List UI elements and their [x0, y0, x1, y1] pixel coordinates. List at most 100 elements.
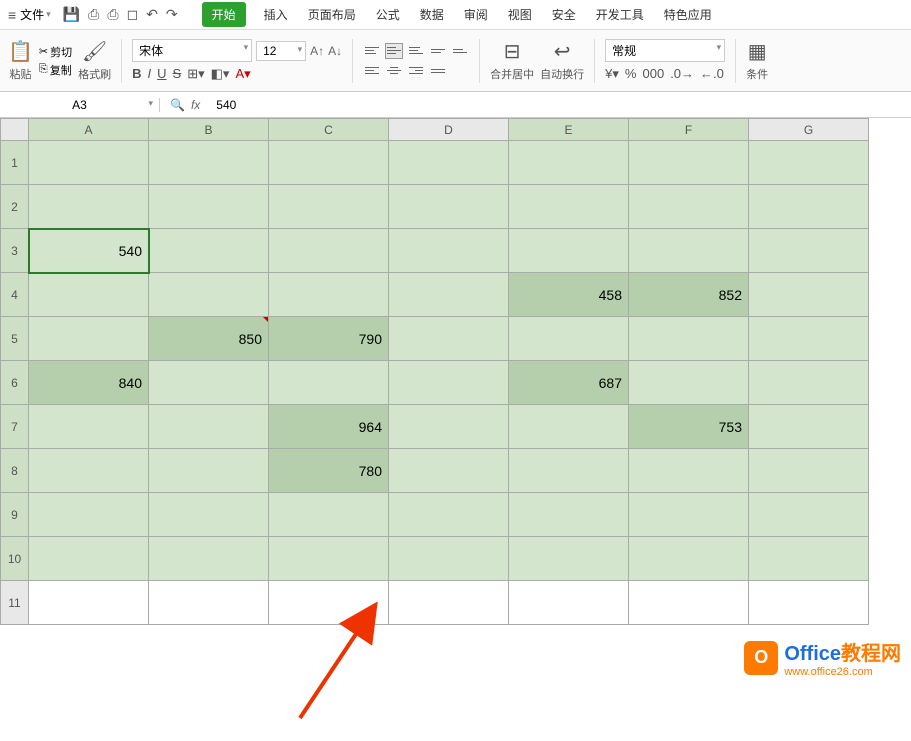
row-header-10[interactable]: 10: [1, 537, 29, 581]
cell-A8[interactable]: [29, 449, 149, 493]
cell-F5[interactable]: [629, 317, 749, 361]
row-header-2[interactable]: 2: [1, 185, 29, 229]
align-justify-button[interactable]: [429, 63, 447, 79]
wrap-button[interactable]: ↩ 自动换行: [540, 39, 584, 82]
font-size-select[interactable]: 12: [256, 41, 306, 61]
cell-E2[interactable]: [509, 185, 629, 229]
cell-D10[interactable]: [389, 537, 509, 581]
cell-F9[interactable]: [629, 493, 749, 537]
cell-B5[interactable]: 850: [149, 317, 269, 361]
cell-A10[interactable]: [29, 537, 149, 581]
cell-B3[interactable]: [149, 229, 269, 273]
col-header-E[interactable]: E: [509, 119, 629, 141]
tab-security[interactable]: 安全: [550, 2, 578, 27]
row-header-4[interactable]: 4: [1, 273, 29, 317]
cell-E5[interactable]: [509, 317, 629, 361]
cell-C1[interactable]: [269, 141, 389, 185]
cell-A3[interactable]: 540: [29, 229, 149, 273]
cell-E6[interactable]: 687: [509, 361, 629, 405]
cell-C9[interactable]: [269, 493, 389, 537]
tab-pagelayout[interactable]: 页面布局: [306, 2, 358, 27]
cell-F1[interactable]: [629, 141, 749, 185]
tab-featured[interactable]: 特色应用: [662, 2, 714, 27]
cell-C6[interactable]: [269, 361, 389, 405]
cell-G11[interactable]: [749, 581, 869, 625]
cell-A9[interactable]: [29, 493, 149, 537]
cell-F6[interactable]: [629, 361, 749, 405]
cell-G2[interactable]: [749, 185, 869, 229]
indent-inc-button[interactable]: [451, 43, 469, 59]
fill-color-button[interactable]: ◧▾: [211, 66, 230, 82]
grid[interactable]: A B C D E F G 1 2 3540 4458852 5850790 6…: [0, 118, 869, 625]
cell-A4[interactable]: [29, 273, 149, 317]
italic-button[interactable]: I: [148, 66, 152, 82]
cell-E3[interactable]: [509, 229, 629, 273]
row-header-11[interactable]: 11: [1, 581, 29, 625]
cell-A7[interactable]: [29, 405, 149, 449]
cell-C3[interactable]: [269, 229, 389, 273]
cell-G10[interactable]: [749, 537, 869, 581]
tab-data[interactable]: 数据: [418, 2, 446, 27]
cell-G6[interactable]: [749, 361, 869, 405]
cell-B8[interactable]: [149, 449, 269, 493]
tab-view[interactable]: 视图: [506, 2, 534, 27]
cell-D6[interactable]: [389, 361, 509, 405]
number-format-select[interactable]: 常规: [605, 39, 725, 62]
cell-C10[interactable]: [269, 537, 389, 581]
cut-button[interactable]: ✂剪切: [39, 44, 72, 60]
cell-F8[interactable]: [629, 449, 749, 493]
cell-E9[interactable]: [509, 493, 629, 537]
cell-D5[interactable]: [389, 317, 509, 361]
percent-button[interactable]: %: [625, 66, 637, 82]
cell-D9[interactable]: [389, 493, 509, 537]
cell-B1[interactable]: [149, 141, 269, 185]
select-all-corner[interactable]: [1, 119, 29, 141]
cell-G8[interactable]: [749, 449, 869, 493]
tab-formula[interactable]: 公式: [374, 2, 402, 27]
comma-button[interactable]: 000: [642, 66, 664, 82]
currency-button[interactable]: ¥▾: [605, 66, 619, 82]
row-header-5[interactable]: 5: [1, 317, 29, 361]
border-button[interactable]: ⊞▾: [187, 66, 204, 82]
tab-devtools[interactable]: 开发工具: [594, 2, 646, 27]
underline-button[interactable]: U: [157, 66, 166, 82]
preview-icon[interactable]: ◻: [127, 6, 139, 23]
cell-G9[interactable]: [749, 493, 869, 537]
font-name-select[interactable]: 宋体: [132, 39, 252, 62]
format-painter-button[interactable]: 🖌 格式刷: [78, 39, 111, 82]
decrease-font-icon[interactable]: A↓: [328, 44, 342, 58]
cell-C11[interactable]: [269, 581, 389, 625]
cell-D7[interactable]: [389, 405, 509, 449]
cell-B2[interactable]: [149, 185, 269, 229]
col-header-A[interactable]: A: [29, 119, 149, 141]
cell-D1[interactable]: [389, 141, 509, 185]
cell-G7[interactable]: [749, 405, 869, 449]
cell-B9[interactable]: [149, 493, 269, 537]
row-header-7[interactable]: 7: [1, 405, 29, 449]
cell-F2[interactable]: [629, 185, 749, 229]
dec-decimal-button[interactable]: ←.0: [700, 66, 724, 82]
cell-B7[interactable]: [149, 405, 269, 449]
indent-dec-button[interactable]: [429, 43, 447, 59]
cell-G1[interactable]: [749, 141, 869, 185]
cell-F7[interactable]: 753: [629, 405, 749, 449]
col-header-G[interactable]: G: [749, 119, 869, 141]
cell-E1[interactable]: [509, 141, 629, 185]
cell-F4[interactable]: 852: [629, 273, 749, 317]
cell-C7[interactable]: 964: [269, 405, 389, 449]
merge-button[interactable]: ⊟ 合并居中: [490, 39, 534, 82]
col-header-D[interactable]: D: [389, 119, 509, 141]
bold-button[interactable]: B: [132, 66, 141, 82]
cell-G5[interactable]: [749, 317, 869, 361]
save-icon[interactable]: 💾: [63, 6, 80, 23]
name-box[interactable]: A3: [0, 98, 160, 112]
strike-button[interactable]: S: [173, 66, 182, 82]
cell-F10[interactable]: [629, 537, 749, 581]
cell-C2[interactable]: [269, 185, 389, 229]
tab-review[interactable]: 审阅: [462, 2, 490, 27]
cell-E4[interactable]: 458: [509, 273, 629, 317]
cell-F3[interactable]: [629, 229, 749, 273]
cell-D11[interactable]: [389, 581, 509, 625]
cell-B6[interactable]: [149, 361, 269, 405]
conditional-button[interactable]: ▦ 条件: [746, 39, 768, 82]
